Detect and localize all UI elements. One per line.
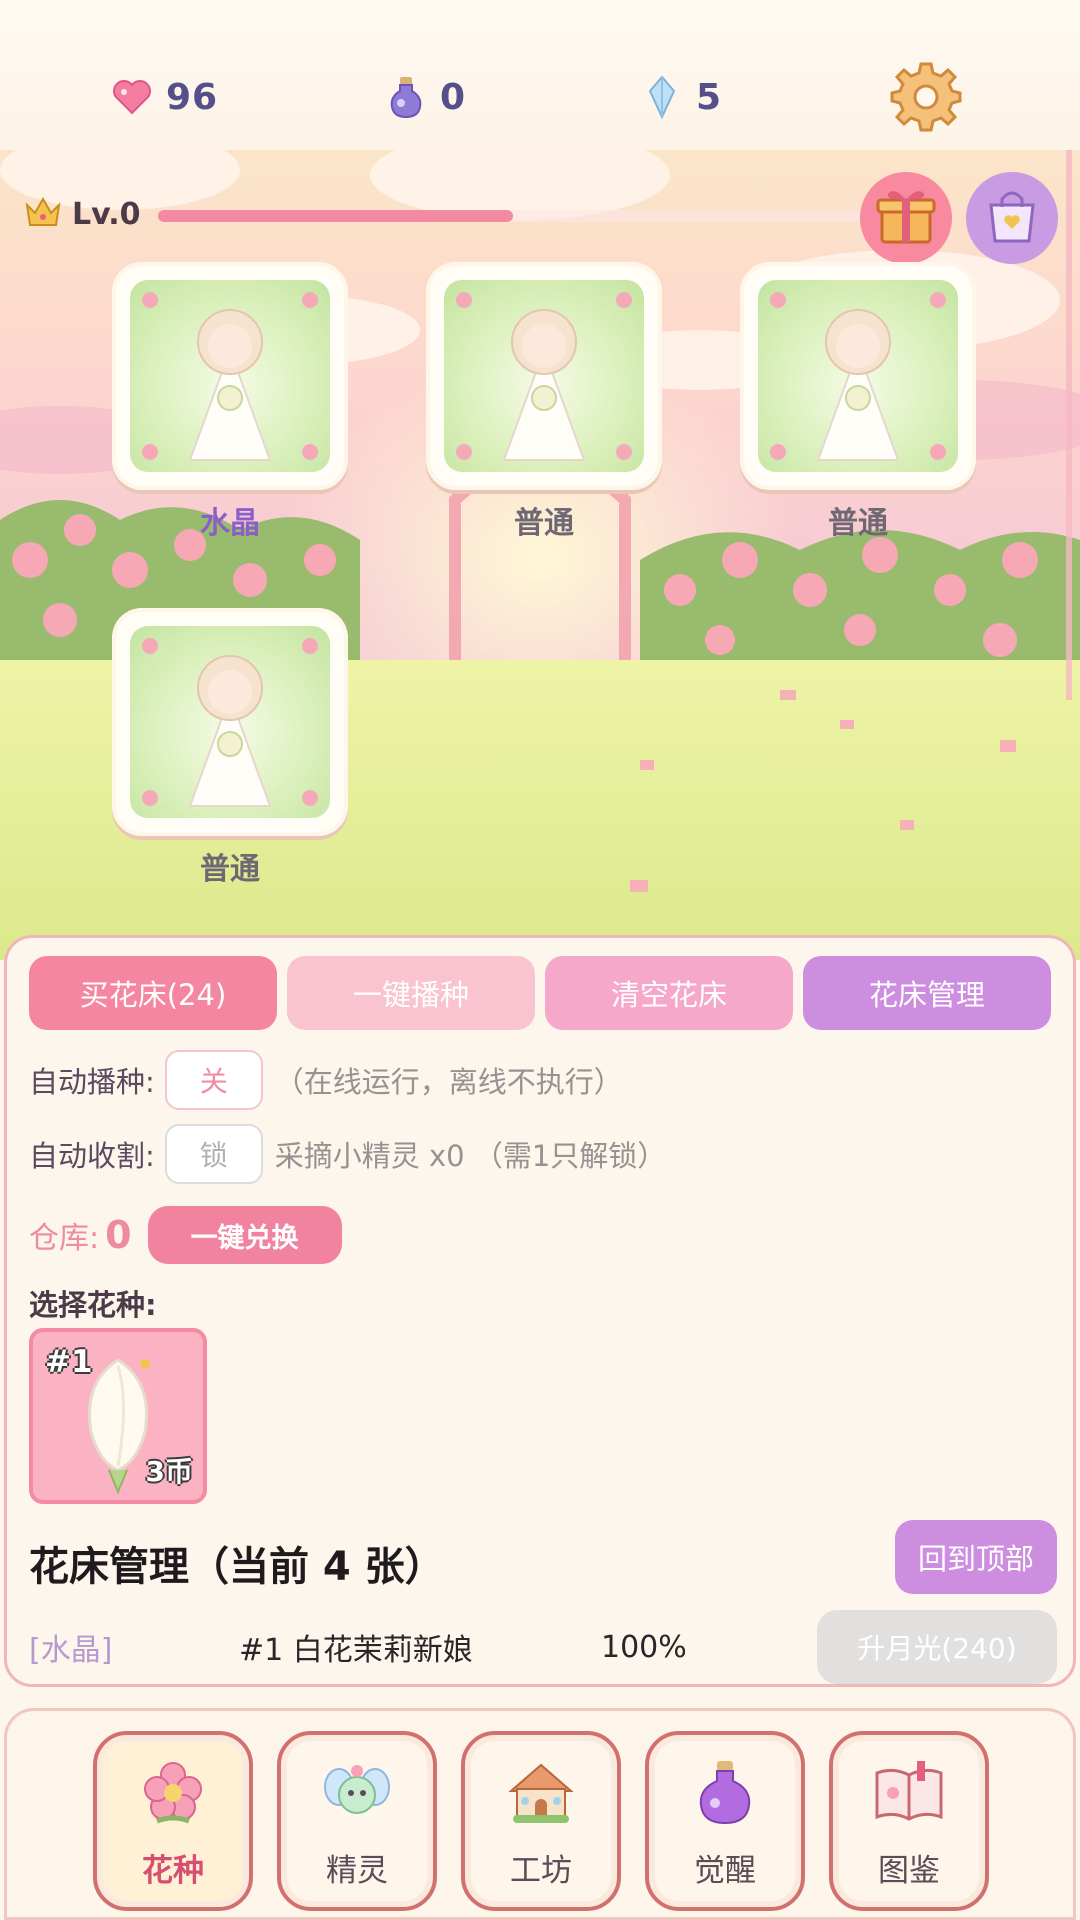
auto-harvest-lock-toggle[interactable]: 锁 bbox=[164, 1124, 263, 1184]
nav-label: 觉醒 bbox=[694, 1853, 756, 1889]
experience-fill bbox=[158, 210, 513, 222]
potions-counter: 0 bbox=[386, 70, 466, 124]
auto-sow-toggle[interactable]: 关 bbox=[164, 1050, 263, 1110]
bed-grade-label: 水晶 bbox=[200, 506, 260, 541]
exchange-all-button[interactable]: 一键兑换 bbox=[147, 1206, 342, 1264]
bed-grade-label: 普通 bbox=[514, 506, 574, 541]
bride-flower-sprite bbox=[758, 280, 958, 472]
level-indicator: Lv.0 bbox=[24, 195, 141, 233]
potion-flask-icon bbox=[689, 1757, 761, 1829]
crystals-counter: 5 bbox=[642, 70, 722, 124]
bed-type: [水晶] bbox=[29, 1633, 113, 1668]
auto-sow-row: 自动播种: 关 （在线运行，离线不执行） bbox=[29, 1050, 623, 1110]
auto-harvest-label: 自动收割: bbox=[29, 1139, 155, 1173]
gift-box-icon bbox=[874, 184, 938, 252]
level-label: Lv.0 bbox=[72, 196, 141, 232]
back-to-top-button[interactable]: 回到顶部 bbox=[895, 1520, 1057, 1594]
cottage-icon bbox=[505, 1757, 577, 1829]
settings-gear-icon[interactable] bbox=[890, 60, 962, 132]
bed-flower-name: #1 白花茉莉新娘 bbox=[239, 1633, 473, 1668]
seed-number: #1 bbox=[45, 1344, 93, 1380]
bed-management-title: 花床管理（当前 4 张） bbox=[29, 1544, 445, 1590]
nav-awaken[interactable]: 觉醒 bbox=[645, 1731, 805, 1911]
nav-label: 图鉴 bbox=[878, 1853, 940, 1889]
shop-bag-button[interactable] bbox=[966, 172, 1058, 264]
flower-bed-1[interactable]: 水晶 bbox=[112, 262, 348, 541]
open-book-icon bbox=[873, 1757, 945, 1829]
warehouse-row: 仓库: 0 一键兑换 bbox=[29, 1206, 342, 1264]
bride-flower-sprite bbox=[444, 280, 644, 472]
flower-icon bbox=[137, 1757, 209, 1829]
nav-workshop[interactable]: 工坊 bbox=[461, 1731, 621, 1911]
seed-price: 3币 bbox=[145, 1455, 193, 1488]
auto-harvest-note: 采摘小精灵 x0 （需1只解锁） bbox=[274, 1139, 667, 1173]
bed-grade-label: 普通 bbox=[200, 852, 260, 887]
flower-bed-3[interactable]: 普通 bbox=[740, 262, 976, 541]
control-panel: 买花床(24) 一键播种 清空花床 花床管理 自动播种: 关 （在线运行，离线不… bbox=[4, 935, 1076, 1687]
warehouse-label: 仓库: bbox=[29, 1221, 100, 1256]
auto-harvest-row: 自动收割: 锁 采摘小精灵 x0 （需1只解锁） bbox=[29, 1124, 666, 1184]
shopping-bag-icon bbox=[981, 185, 1043, 251]
crown-icon bbox=[24, 195, 62, 233]
upgrade-moonlight-button[interactable]: 升月光(240) bbox=[817, 1610, 1057, 1684]
bottom-navigation: 花种 精灵 工坊 觉醒 图鉴 bbox=[4, 1708, 1076, 1920]
action-tabs: 买花床(24) 一键播种 清空花床 花床管理 bbox=[29, 956, 1051, 1030]
heart-icon bbox=[112, 77, 152, 117]
crystals-value: 5 bbox=[696, 76, 723, 118]
hearts-value: 96 bbox=[166, 76, 219, 118]
hearts-counter: 96 bbox=[112, 70, 218, 124]
bed-grade-label: 普通 bbox=[828, 506, 888, 541]
nav-label: 工坊 bbox=[510, 1853, 572, 1889]
auto-sow-label: 自动播种: bbox=[29, 1065, 155, 1099]
auto-sow-note: （在线运行，离线不执行） bbox=[274, 1065, 623, 1099]
warehouse-count: 0 bbox=[105, 1213, 132, 1257]
nav-label: 精灵 bbox=[326, 1853, 388, 1889]
sow-all-button[interactable]: 一键播种 bbox=[287, 956, 535, 1030]
bed-progress-percent: 100% bbox=[601, 1629, 687, 1665]
potions-value: 0 bbox=[440, 76, 467, 118]
buy-flowerbed-button[interactable]: 买花床(24) bbox=[29, 956, 277, 1030]
bed-list-row: [水晶] #1 白花茉莉新娘 100% 升月光(240) bbox=[29, 1610, 1059, 1684]
experience-bar bbox=[158, 210, 868, 222]
seed-section-title: 选择花种: bbox=[29, 1288, 157, 1322]
bride-flower-sprite bbox=[130, 626, 330, 818]
nav-label: 花种 bbox=[142, 1853, 204, 1889]
flower-bed-4[interactable]: 普通 bbox=[112, 608, 348, 887]
crystal-icon bbox=[642, 75, 682, 119]
nav-encyclopedia[interactable]: 图鉴 bbox=[829, 1731, 989, 1911]
nav-fairies[interactable]: 精灵 bbox=[277, 1731, 437, 1911]
bride-flower-sprite bbox=[130, 280, 330, 472]
potion-bottle-icon bbox=[386, 77, 426, 119]
flower-bed-2[interactable]: 普通 bbox=[426, 262, 662, 541]
bed-management-button[interactable]: 花床管理 bbox=[803, 956, 1051, 1030]
clear-beds-button[interactable]: 清空花床 bbox=[545, 956, 793, 1030]
nav-flower-seeds[interactable]: 花种 bbox=[93, 1731, 253, 1911]
fairy-icon bbox=[321, 1757, 393, 1829]
seed-card[interactable]: #1 3币 bbox=[29, 1328, 207, 1504]
gift-button[interactable] bbox=[860, 172, 952, 264]
